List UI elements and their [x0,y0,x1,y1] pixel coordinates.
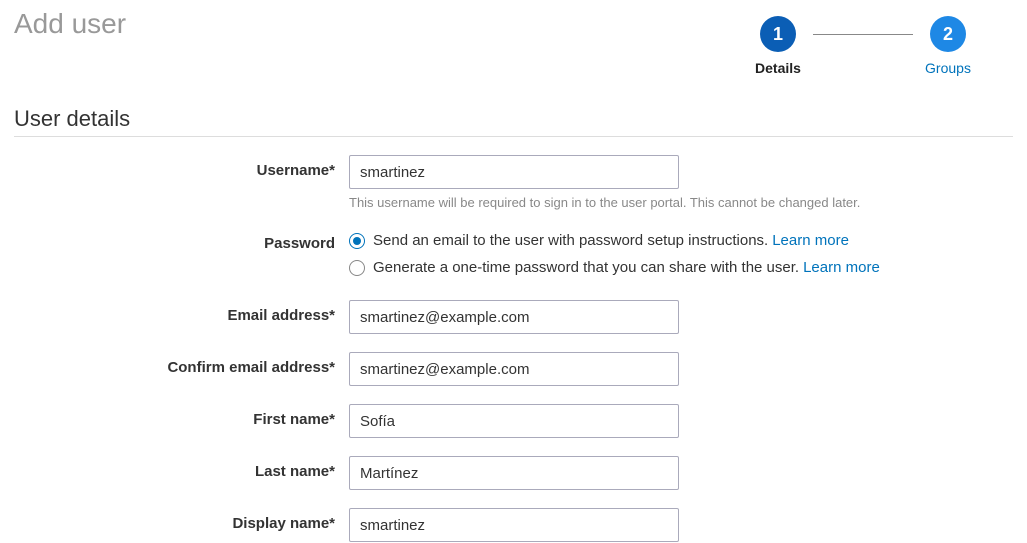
wizard-steps: 1 Details 2 Groups [743,8,1013,76]
step-1-circle: 1 [760,16,796,52]
username-input[interactable] [349,155,679,189]
first-name-label: First name* [14,404,349,428]
section-title: User details [14,106,1013,137]
password-label: Password [14,228,349,252]
radio-icon [349,260,365,276]
last-name-label: Last name* [14,456,349,480]
step-2-label: Groups [925,60,971,76]
learn-more-link[interactable]: Learn more [803,259,880,276]
step-1-label: Details [755,60,801,76]
user-details-form: Username* This username will be required… [14,155,1013,542]
radio-icon [349,233,365,249]
step-2-circle: 2 [930,16,966,52]
first-name-input[interactable] [349,404,679,438]
wizard-step-details[interactable]: 1 Details [743,16,813,76]
username-label: Username* [14,155,349,179]
display-name-input[interactable] [349,508,679,542]
email-input[interactable] [349,300,679,334]
email-label: Email address* [14,300,349,324]
page-title: Add user [14,8,126,40]
password-option-email[interactable]: Send an email to the user with password … [349,228,1013,249]
confirm-email-label: Confirm email address* [14,352,349,376]
wizard-step-groups[interactable]: 2 Groups [913,16,983,76]
username-hint: This username will be required to sign i… [349,195,1013,210]
display-name-label: Display name* [14,508,349,532]
password-option-generate-text: Generate a one-time password that you ca… [373,259,799,276]
learn-more-link[interactable]: Learn more [772,232,849,249]
password-option-email-text: Send an email to the user with password … [373,232,768,249]
password-option-generate[interactable]: Generate a one-time password that you ca… [349,255,1013,276]
wizard-connector [813,34,913,35]
last-name-input[interactable] [349,456,679,490]
confirm-email-input[interactable] [349,352,679,386]
